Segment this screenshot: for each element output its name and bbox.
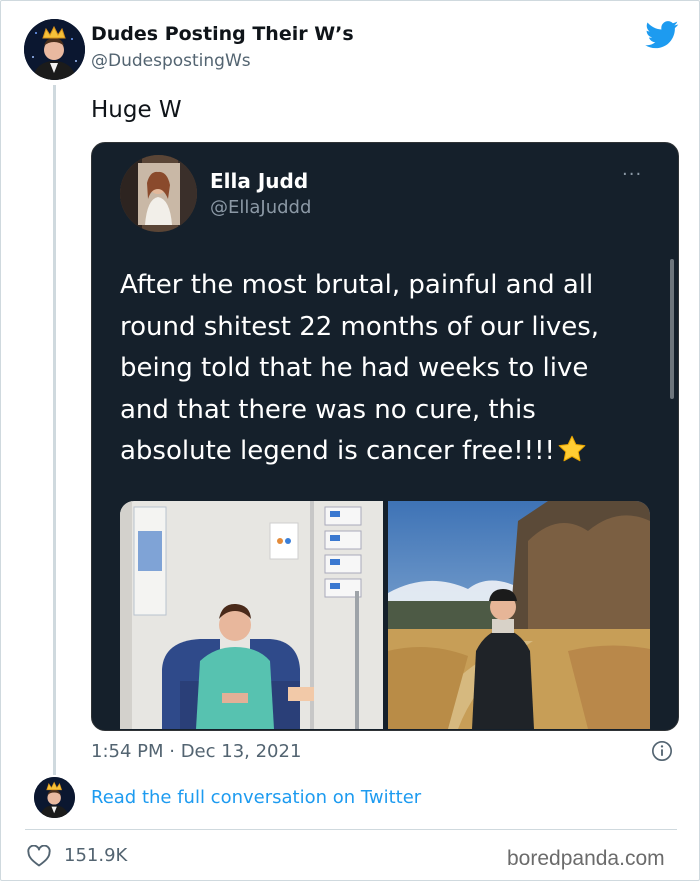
read-full-conversation-link[interactable]: Read the full conversation on Twitter xyxy=(91,787,421,808)
embedded-author-name: Ella Judd xyxy=(210,169,309,193)
field-photo xyxy=(388,501,650,729)
author-handle[interactable]: @DudespostingWs xyxy=(91,51,251,71)
embedded-tweet-body: After the most brutal, painful and all r… xyxy=(120,265,650,473)
tweet-timestamp[interactable]: 1:54 PM · Dec 13, 2021 xyxy=(91,741,301,762)
author-avatar[interactable] xyxy=(24,19,85,80)
watermark: boredpanda.com xyxy=(507,847,665,870)
tweet-card: Dudes Posting Their W’s @DudespostingWs … xyxy=(0,0,700,881)
author-name[interactable]: Dudes Posting Their W’s xyxy=(91,23,354,45)
hospital-photo xyxy=(120,501,383,729)
embedded-body-line: being told that he had weeks to live xyxy=(120,353,589,383)
divider xyxy=(25,829,677,830)
embedded-body-line: round shitest 22 months of our lives, xyxy=(120,311,600,342)
heart-icon[interactable] xyxy=(27,845,51,867)
embedded-author-handle: @EllaJuddd xyxy=(210,197,312,218)
embedded-body-line: After the most brutal, painful and all xyxy=(120,270,594,300)
embedded-tweet-screenshot[interactable]: Ella Judd @EllaJuddd ··· After the most … xyxy=(91,142,679,731)
info-icon[interactable] xyxy=(651,740,673,762)
twitter-bird-icon[interactable] xyxy=(645,21,679,49)
author-avatar-small[interactable] xyxy=(34,777,75,818)
tweet-text: Huge W xyxy=(91,97,182,123)
star-emoji-icon xyxy=(558,435,586,462)
embedded-body-line: and that there was no cure, this xyxy=(120,394,536,425)
like-count[interactable]: 151.9K xyxy=(64,845,127,866)
embedded-body-line: absolute legend is cancer free!!!! xyxy=(120,436,555,466)
more-options-icon: ··· xyxy=(622,164,643,185)
thread-line xyxy=(53,85,56,775)
embedded-scrollbar xyxy=(670,259,674,399)
embedded-avatar xyxy=(120,155,197,232)
embedded-body-last-line: absolute legend is cancer free!!!! xyxy=(120,431,650,473)
